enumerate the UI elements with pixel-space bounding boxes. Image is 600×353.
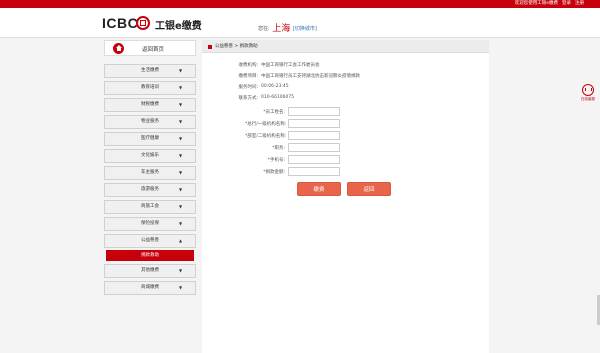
sidebar-item-label: 保险投保 <box>141 221 159 226</box>
breadcrumb-marker-icon <box>208 44 212 49</box>
position-field[interactable] <box>288 143 340 152</box>
chevron-down-icon: ▼ <box>179 119 183 124</box>
sidebar-item-label: 文化娱乐 <box>141 153 159 158</box>
welcome-text: 欢迎您使用工银e缴费 <box>514 1 558 6</box>
sidebar-item-mall[interactable]: 商城缴费 ▼ <box>104 281 196 295</box>
chevron-down-icon: ▼ <box>179 153 183 158</box>
chevron-down-icon: ▼ <box>179 136 183 141</box>
sidebar-item-car[interactable]: 车主服务 ▼ <box>104 166 196 180</box>
org2-field[interactable] <box>288 131 340 140</box>
info-key: 缴费项目: <box>238 74 258 79</box>
chevron-up-icon: ▲ <box>179 238 183 243</box>
back-button[interactable]: 返回 <box>347 182 391 196</box>
info-key: 收费机构: <box>238 63 258 68</box>
sidebar-item-culture[interactable]: 文化娱乐 ▼ <box>104 149 196 163</box>
sidebar-item-travel[interactable]: 旅游服务 ▼ <box>104 183 196 197</box>
headset-icon <box>582 84 594 96</box>
field-label: *捐款金额: <box>263 170 285 175</box>
sidebar-item-label: 其他缴费 <box>141 268 159 273</box>
info-key: 联系方式: <box>238 96 258 101</box>
chevron-down-icon: ▼ <box>179 187 183 192</box>
sidebar-item-label: 捐款救助 <box>141 253 159 258</box>
info-key: 服务时间: <box>238 85 258 90</box>
chevron-down-icon: ▼ <box>179 102 183 107</box>
org1-field[interactable] <box>288 119 340 128</box>
field-label: *总行/一级机构名称: <box>245 122 287 127</box>
info-value: 010-66106075 <box>261 95 295 100</box>
city-prefix: 您在: <box>258 26 270 32</box>
sidebar-item-insurance[interactable]: 保险投保 ▼ <box>104 217 196 231</box>
home-button[interactable]: 返回首页 <box>104 40 196 56</box>
main-content: 公益慈善 > 捐款救助 收费机构: 中国工商银行工会工作委员会 缴费项目: 中国… <box>202 40 489 353</box>
sidebar-item-medical[interactable]: 医疗健康 ▼ <box>104 132 196 146</box>
home-label: 返回首页 <box>142 47 165 53</box>
sidebar-item-tax[interactable]: 财税缴费 ▼ <box>104 98 196 112</box>
sidebar-item-label: 生活缴费 <box>141 68 159 73</box>
sidebar-item-charity[interactable]: 公益慈善 ▲ <box>104 234 196 248</box>
online-service[interactable]: 在线客服 <box>580 84 596 102</box>
sidebar-item-label: 医疗健康 <box>141 136 159 141</box>
field-label: *手机号: <box>267 158 285 163</box>
logo-en[interactable]: ICBC <box>102 15 138 31</box>
chevron-down-icon: ▼ <box>179 170 183 175</box>
chevron-down-icon: ▼ <box>179 285 183 290</box>
city-name: 上海 <box>272 24 291 34</box>
field-label: *员工姓名: <box>263 110 285 115</box>
info-value: 中国工商银行工会工作委员会 <box>261 63 320 68</box>
chevron-down-icon: ▼ <box>179 85 183 90</box>
sidebar-item-label: 财税缴费 <box>141 102 159 107</box>
icbc-logo-icon[interactable] <box>136 16 150 30</box>
chevron-down-icon: ▼ <box>179 68 183 73</box>
sidebar-item-label: 商旅工会 <box>141 204 159 209</box>
amount-field[interactable] <box>288 167 340 176</box>
breadcrumb-text: 公益慈善 > 捐款救助 <box>215 44 258 49</box>
sidebar-item-life[interactable]: 生活缴费 ▼ <box>104 64 196 78</box>
pay-button[interactable]: 缴费 <box>297 182 341 196</box>
header: ICBC 工银e缴费 您在: 上海 [切换城市] <box>0 8 600 38</box>
sidebar-item-label: 公益慈善 <box>141 238 159 243</box>
register-link[interactable]: 注册 <box>575 0 584 8</box>
breadcrumb: 公益慈善 > 捐款救助 <box>202 40 489 53</box>
chevron-down-icon: ▼ <box>179 204 183 209</box>
sidebar-subitem-donation[interactable]: 捐款救助 <box>106 250 194 261</box>
phone-field[interactable] <box>288 155 340 164</box>
sidebar-item-union[interactable]: 商旅工会 ▼ <box>104 200 196 214</box>
name-field[interactable] <box>288 107 340 116</box>
home-icon <box>113 43 124 54</box>
switch-city-link[interactable]: [切换城市] <box>293 26 317 32</box>
city-selector: 您在: 上海 [切换城市] <box>258 21 317 34</box>
info-value: 00:06-23:45 <box>261 84 289 89</box>
chevron-down-icon: ▼ <box>179 221 183 226</box>
info-value: 中国工商银行员工支持湖北抗击新冠肺炎疫情捐款 <box>261 74 360 79</box>
top-bar: 欢迎您使用工银e缴费 登录 注册 <box>0 0 600 8</box>
field-label: *部室/二级机构名称: <box>245 134 287 139</box>
sidebar-item-property[interactable]: 物业服务 ▼ <box>104 115 196 129</box>
sidebar-item-label: 车主服务 <box>141 170 159 175</box>
logo-cn[interactable]: 工银e缴费 <box>155 17 202 32</box>
login-link[interactable]: 登录 <box>562 0 571 8</box>
field-label: *职务: <box>272 146 285 151</box>
online-service-label: 在线客服 <box>581 97 595 101</box>
sidebar-item-label: 旅游服务 <box>141 187 159 192</box>
chevron-down-icon: ▼ <box>179 268 183 273</box>
sidebar-item-other[interactable]: 其他缴费 ▼ <box>104 264 196 278</box>
sidebar-item-label: 商城缴费 <box>141 285 159 290</box>
sidebar-item-label: 教育培训 <box>141 85 159 90</box>
sidebar-item-label: 物业服务 <box>141 119 159 124</box>
sidebar-item-education[interactable]: 教育培训 ▼ <box>104 81 196 95</box>
